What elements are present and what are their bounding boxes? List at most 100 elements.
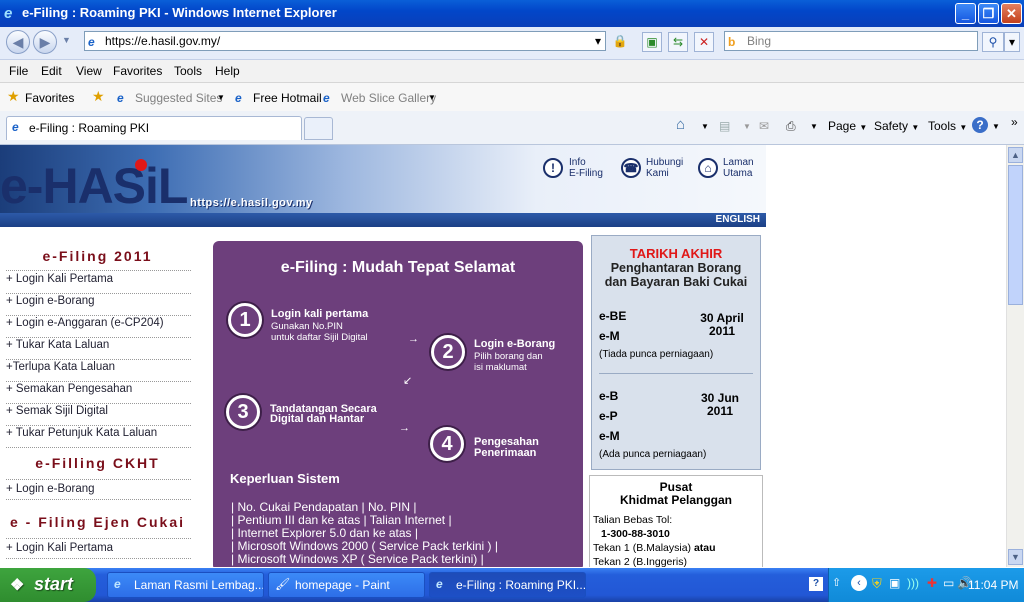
address-toolbar: ◀ ▶ ▼ e https://e.hasil.gov.my/ ▾ 🔒 ▣ ⇆ … bbox=[0, 27, 1024, 60]
requirement-4: | Microsoft Windows 2000 ( Service Pack … bbox=[231, 539, 498, 553]
suggested-sites-dropdown[interactable]: ▼ bbox=[217, 93, 225, 102]
web-slice-gallery-link[interactable]: Web Slice Gallery bbox=[341, 91, 436, 105]
new-tab-button[interactable] bbox=[304, 117, 333, 140]
safety-menu[interactable]: Safety ▼ bbox=[874, 119, 919, 133]
url-text: https://e.hasil.gov.my/ bbox=[105, 34, 221, 48]
menu-file[interactable]: File bbox=[9, 64, 28, 78]
wireless-icon[interactable]: ))) bbox=[907, 576, 919, 590]
menu-view[interactable]: View bbox=[76, 64, 102, 78]
tools-menu-label: Tools bbox=[928, 119, 957, 133]
recent-pages-dropdown[interactable]: ▼ bbox=[62, 35, 71, 45]
nav-item-login-kali-pertama[interactable]: + Login Kali Pertama bbox=[6, 273, 191, 294]
lock-icon[interactable]: 🔒 bbox=[610, 32, 630, 52]
security-shield-icon[interactable]: ⛨ bbox=[872, 576, 882, 592]
web-slice-dropdown[interactable]: ▼ bbox=[428, 93, 436, 102]
language-bar: ENGLISH bbox=[0, 213, 766, 227]
info-efiling-line2: E-Filing bbox=[569, 168, 603, 179]
ehasil-logo[interactable]: e-HASiL bbox=[0, 157, 188, 215]
scroll-thumb[interactable] bbox=[1008, 165, 1023, 305]
menu-help[interactable]: Help bbox=[215, 64, 240, 78]
scroll-down-button[interactable]: ▼ bbox=[1008, 549, 1023, 565]
feeds-icon[interactable]: ▤ bbox=[719, 119, 730, 133]
menu-tools[interactable]: Tools bbox=[174, 64, 202, 78]
nav-item-tukar-kata-laluan[interactable]: + Tukar Kata Laluan bbox=[6, 339, 191, 360]
efiling-steps-panel: e-Filing : Mudah Tepat Selamat 1 Login k… bbox=[213, 241, 583, 567]
restore-button[interactable]: ❐ bbox=[978, 3, 999, 24]
antivirus-icon[interactable]: ✚ bbox=[927, 576, 937, 590]
task-paint[interactable]: 🖌 homepage - Paint bbox=[268, 572, 425, 598]
start-button[interactable]: ❖ start bbox=[0, 568, 96, 602]
english-link[interactable]: ENGLISH bbox=[716, 214, 766, 225]
menu-edit[interactable]: Edit bbox=[41, 64, 62, 78]
nav-item-ckht-login-eborang[interactable]: + Login e-Borang bbox=[6, 479, 191, 500]
search-icon[interactable]: ⚲ bbox=[982, 32, 1004, 52]
monitor-icon[interactable]: ▭ bbox=[943, 576, 954, 590]
tray-up-icon[interactable]: ⇧ bbox=[832, 576, 841, 589]
scroll-up-button[interactable]: ▲ bbox=[1008, 147, 1023, 163]
suggested-sites-link[interactable]: Suggested Sites bbox=[135, 91, 222, 105]
page-menu[interactable]: Page ▼ bbox=[828, 119, 867, 133]
favorites-button[interactable]: Favorites bbox=[25, 91, 74, 105]
home-icon[interactable]: ⌂ bbox=[676, 116, 685, 133]
vertical-scrollbar[interactable]: ▲ ▼ bbox=[1006, 145, 1024, 567]
back-button[interactable]: ◀ bbox=[6, 30, 30, 54]
banner-url: https://e.hasil.gov.my bbox=[190, 197, 313, 209]
url-input[interactable]: e https://e.hasil.gov.my/ bbox=[84, 31, 606, 51]
nav-item-login-eborang[interactable]: + Login e-Borang bbox=[6, 295, 191, 316]
phone-icon[interactable]: ☎ bbox=[621, 158, 641, 178]
mail-icon[interactable]: ✉ bbox=[759, 119, 769, 133]
forward-button[interactable]: ▶ bbox=[33, 30, 57, 54]
web-slice-icon: e bbox=[323, 91, 330, 105]
compatibility-icon[interactable]: ▣ bbox=[642, 32, 662, 52]
system-requirements-title: Keperluan Sistem bbox=[230, 471, 340, 486]
url-dropdown-icon[interactable]: ▾ bbox=[590, 32, 606, 52]
free-hotmail-link[interactable]: Free Hotmail bbox=[253, 91, 322, 105]
home-dropdown[interactable]: ▼ bbox=[701, 122, 709, 131]
add-favorite-icon[interactable]: ★ bbox=[92, 88, 105, 105]
search-input[interactable]: b Bing bbox=[724, 31, 978, 51]
print-dropdown[interactable]: ▼ bbox=[810, 122, 818, 131]
nav-item-login-eanggaran[interactable]: + Login e-Anggaran (e-CP204) bbox=[6, 317, 191, 338]
tray-help-icon[interactable]: ? bbox=[809, 577, 823, 591]
close-button[interactable]: ✕ bbox=[1001, 3, 1022, 24]
page-menu-label: Page bbox=[828, 119, 857, 133]
clock[interactable]: 11:04 PM bbox=[968, 578, 1018, 592]
nav-item-tukar-petunjuk[interactable]: + Tukar Petunjuk Kata Laluan bbox=[6, 427, 191, 448]
panel-title: e-Filing : Mudah Tepat Selamat bbox=[280, 259, 516, 276]
step-1-sub1: Gunakan No.PIN bbox=[271, 321, 343, 332]
hubungi-kami-link[interactable]: Hubungi Kami bbox=[646, 157, 683, 179]
nav-item-semakan-pengesahan[interactable]: + Semakan Pengesahan bbox=[6, 383, 191, 404]
hotmail-icon: e bbox=[235, 91, 242, 105]
nav-item-terlupa-kata-laluan[interactable]: +Terlupa Kata Laluan bbox=[6, 361, 191, 382]
help-icon[interactable]: ? bbox=[972, 117, 988, 133]
site-banner: e-HASiL https://e.hasil.gov.my ! Info E-F… bbox=[0, 145, 766, 221]
search-options-icon[interactable]: ▾ bbox=[1004, 32, 1020, 52]
arrow-2-to-3: ↙ bbox=[403, 375, 413, 387]
minimize-button[interactable]: _ bbox=[955, 3, 976, 24]
step-2-sub1: Pilih borang dan bbox=[474, 351, 543, 362]
network-icon[interactable]: ▣ bbox=[889, 576, 900, 590]
tray-collapse-icon[interactable]: ‹ bbox=[851, 575, 867, 591]
feeds-dropdown[interactable]: ▼ bbox=[743, 122, 751, 131]
step-1-badge: 1 bbox=[228, 303, 262, 337]
stop-icon[interactable]: ✕ bbox=[694, 32, 714, 52]
nav-item-semak-sijil-digital[interactable]: + Semak Sijil Digital bbox=[6, 405, 191, 426]
logo-red-dot bbox=[135, 159, 147, 171]
tools-menu[interactable]: Tools ▼ bbox=[928, 119, 967, 133]
toolbar-overflow-icon[interactable]: » bbox=[1011, 115, 1018, 129]
info-efiling-link[interactable]: Info E-Filing bbox=[569, 157, 603, 179]
info-icon[interactable]: ! bbox=[543, 158, 563, 178]
task-efiling[interactable]: e e-Filing : Roaming PKI... bbox=[429, 572, 586, 598]
print-icon[interactable]: ⎙ bbox=[786, 119, 796, 134]
bing-icon: b bbox=[728, 35, 736, 49]
home-page-icon[interactable]: ⌂ bbox=[698, 158, 718, 178]
menu-favorites[interactable]: Favorites bbox=[113, 64, 162, 78]
nav-item-ejen-login-kali-pertama[interactable]: + Login Kali Pertama bbox=[6, 538, 191, 559]
help-dropdown[interactable]: ▼ bbox=[992, 122, 1000, 131]
laman-utama-link[interactable]: Laman Utama bbox=[723, 157, 754, 179]
refresh-icon[interactable]: ⇆ bbox=[668, 32, 688, 52]
press-1-line: Tekan 1 (B.Malaysia) atau bbox=[593, 542, 716, 554]
tab-efiling[interactable]: e e-Filing : Roaming PKI bbox=[6, 116, 302, 140]
task-laman-rasmi[interactable]: e Laman Rasmi Lembag... bbox=[107, 572, 264, 598]
step-1-sub2: untuk daftar Sijil Digital bbox=[271, 332, 368, 343]
